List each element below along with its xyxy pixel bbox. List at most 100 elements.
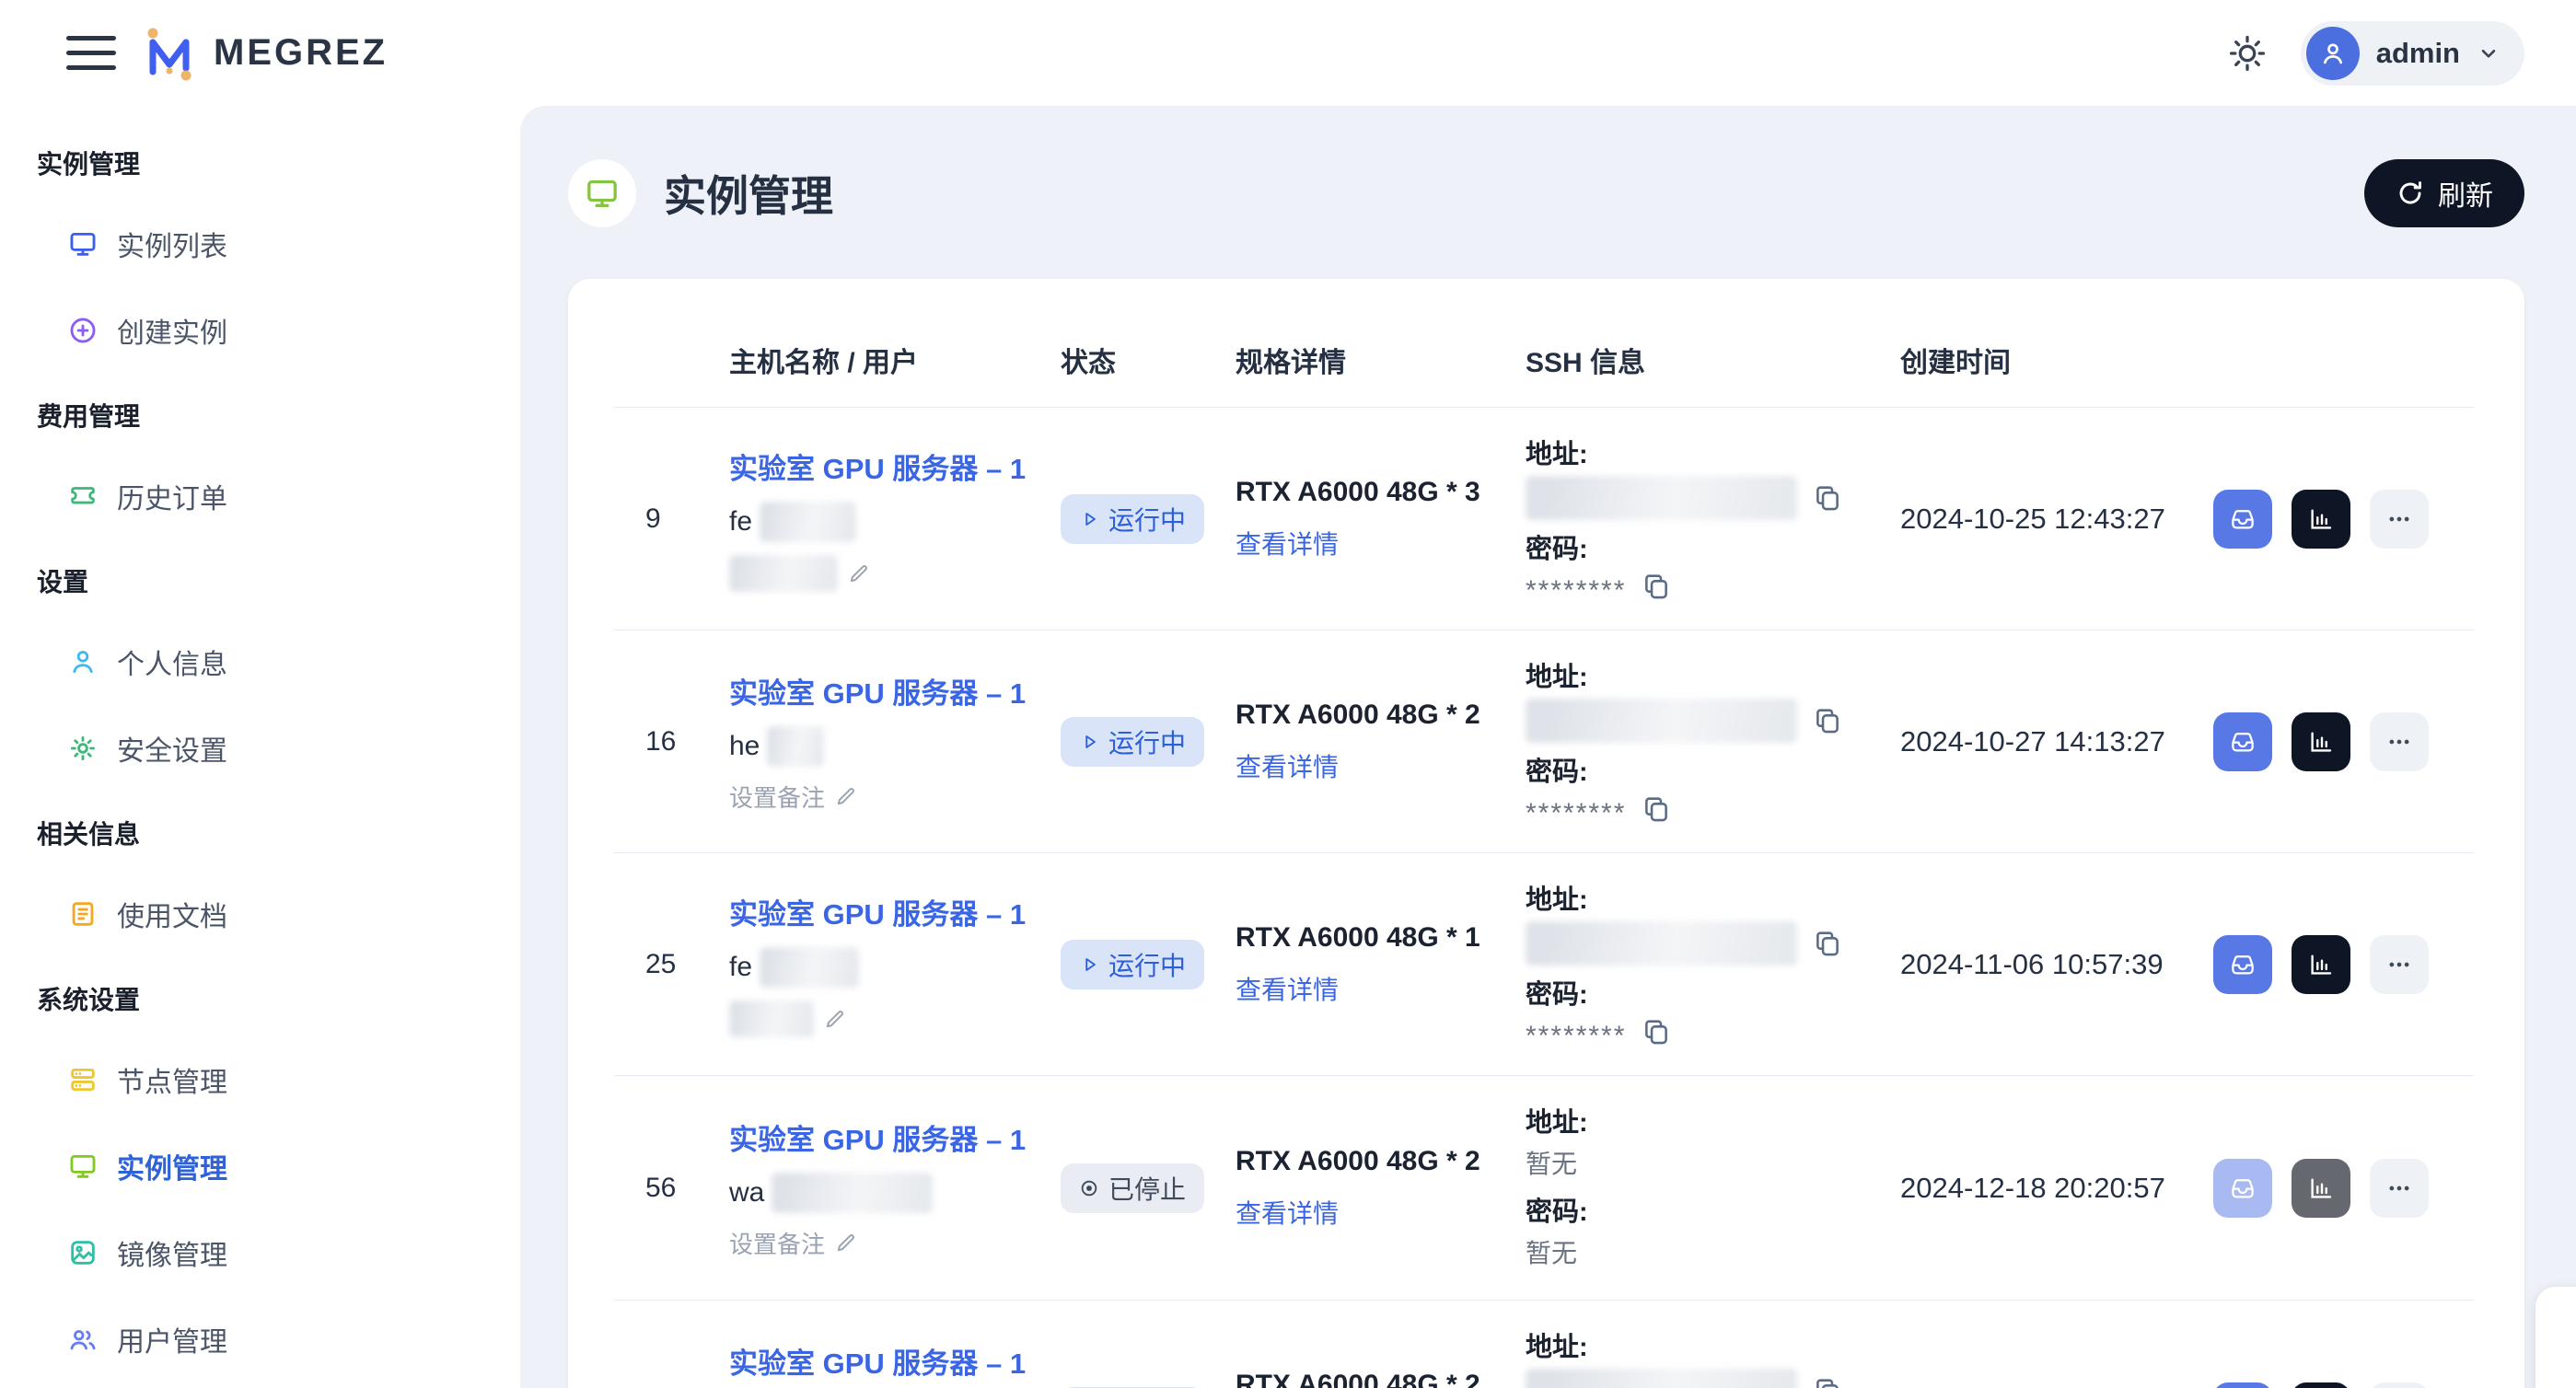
sidebar-item[interactable]: 历史订单 [0,476,520,516]
topbar: MEGREZ admin [0,0,2576,106]
spec-text: RTX A6000 48G * 2 [1236,1146,1526,1177]
edit-pencil-icon[interactable] [823,1007,847,1031]
password-label: 密码: [1526,1190,1889,1229]
copy-icon[interactable] [1812,928,1843,959]
password-label: 密码: [1526,527,1889,566]
refresh-button[interactable]: 刷新 [2364,159,2524,227]
monitoring-button[interactable] [2292,935,2350,994]
play-icon [1079,732,1099,752]
sidebar-item[interactable]: 个人信息 [0,642,520,682]
col-header-spec: 规格详情 [1236,340,1526,380]
ellipsis-icon [2385,1174,2413,1202]
copy-icon[interactable] [1641,1016,1672,1047]
more-actions-button[interactable] [2370,712,2429,771]
bar-chart-icon [2307,505,2335,533]
sidebar-section: 设置 个人信息 安全设置 [0,562,520,769]
more-actions-button[interactable] [2370,1159,2429,1218]
monitoring-button[interactable] [2292,1159,2350,1218]
view-details-link[interactable]: 查看详情 [1236,976,1339,1004]
console-button[interactable] [2213,712,2272,771]
sidebar-item[interactable]: 实例管理 [0,1146,520,1186]
sidebar-item[interactable]: 实例列表 [0,224,520,264]
redacted-address [1526,476,1797,520]
ellipsis-icon [2385,951,2413,978]
masked-password: ******** [1526,804,1626,823]
menu-icon[interactable] [66,36,116,70]
gear-icon [67,733,99,764]
ellipsis-icon [2385,505,2413,533]
address-label: 地址: [1526,878,1889,917]
console-button[interactable] [2213,935,2272,994]
address-none: 暂无 [1526,1144,1889,1181]
sidebar-item[interactable]: 安全设置 [0,728,520,769]
play-icon [1079,509,1099,529]
scroll-widget[interactable] [2535,1287,2576,1388]
view-details-link[interactable]: 查看详情 [1236,530,1339,559]
sidebar-item[interactable]: 使用文档 [0,894,520,934]
view-details-link[interactable]: 查看详情 [1236,753,1339,781]
server-icon [67,1064,99,1095]
user-menu-button[interactable]: admin [2301,21,2524,86]
address-label: 地址: [1526,655,1889,694]
status-badge: 运行中 [1061,717,1204,767]
copy-icon[interactable] [1812,1375,1843,1388]
console-button[interactable] [2213,490,2272,549]
created-time: 2024-11-06 10:57:39 [1889,948,2202,981]
instance-name-link[interactable]: 实验室 GPU 服务器 – 1 [729,891,1061,932]
edit-pencil-icon[interactable] [834,1231,858,1255]
console-button[interactable] [2213,1159,2272,1218]
status-badge: 运行中 [1061,940,1204,989]
more-actions-button[interactable] [2370,1382,2429,1388]
sidebar-item[interactable]: 节点管理 [0,1059,520,1100]
sidebar-item[interactable]: 镜像管理 [0,1232,520,1273]
console-button[interactable] [2213,1382,2272,1388]
table-header-row: 主机名称 / 用户 状态 规格详情 SSH 信息 创建时间 [614,312,2474,408]
masked-password: ******** [1526,1027,1626,1046]
instances-table-card: 主机名称 / 用户 状态 规格详情 SSH 信息 创建时间 9 实验室 GPU … [568,279,2524,1388]
created-time: 2024-12-18 20:20:57 [1889,1172,2202,1205]
sidebar-item[interactable]: 创建实例 [0,310,520,351]
instance-name-link[interactable]: 实验室 GPU 服务器 – 1 [729,670,1061,711]
password-label: 密码: [1526,750,1889,789]
instance-name-link[interactable]: 实验室 GPU 服务器 – 1 [729,1116,1061,1158]
sun-icon [2227,33,2268,74]
more-actions-button[interactable] [2370,490,2429,549]
monitoring-button[interactable] [2292,1382,2350,1388]
monitoring-button[interactable] [2292,490,2350,549]
book-icon [67,898,99,930]
copy-icon[interactable] [1812,482,1843,514]
copy-icon[interactable] [1641,571,1672,602]
table-row: 57 实验室 GPU 服务器 – 1 fe 设置备注 运行中 [614,1301,2474,1388]
redacted-note-text [729,1001,814,1037]
sidebar-section-title: 实例管理 [0,145,520,181]
theme-toggle-button[interactable] [2225,31,2269,75]
redacted-address [1526,921,1797,966]
created-time: 2024-10-25 12:43:27 [1889,503,2202,536]
sidebar-item[interactable]: 用户管理 [0,1319,520,1359]
instance-id: 56 [614,1173,729,1204]
copy-icon[interactable] [1641,793,1672,825]
user-name-partial: fe [729,506,752,538]
monitoring-button[interactable] [2292,712,2350,771]
set-note-button[interactable]: 设置备注 [729,780,825,814]
set-note-button[interactable]: 设置备注 [729,1226,825,1260]
redacted-user-text [760,502,856,542]
more-actions-button[interactable] [2370,935,2429,994]
instance-name-link[interactable]: 实验室 GPU 服务器 – 1 [729,1340,1061,1382]
monitor-icon [584,175,621,212]
edit-pencil-icon[interactable] [834,784,858,808]
image-icon [67,1237,99,1268]
sidebar-section-title: 费用管理 [0,397,520,434]
inbox-icon [2229,728,2257,756]
edit-pencil-icon[interactable] [847,561,871,585]
redacted-note-text [729,555,838,592]
instance-id: 9 [614,503,729,535]
spec-text: RTX A6000 48G * 2 [1236,700,1526,731]
inbox-icon [2229,1174,2257,1202]
table-row: 56 实验室 GPU 服务器 – 1 wa 设置备注 已停止 [614,1076,2474,1301]
instance-name-link[interactable]: 实验室 GPU 服务器 – 1 [729,445,1061,487]
chevron-down-icon [2477,41,2501,65]
view-details-link[interactable]: 查看详情 [1236,1199,1339,1228]
copy-icon[interactable] [1812,705,1843,736]
user-name-partial: he [729,731,760,762]
